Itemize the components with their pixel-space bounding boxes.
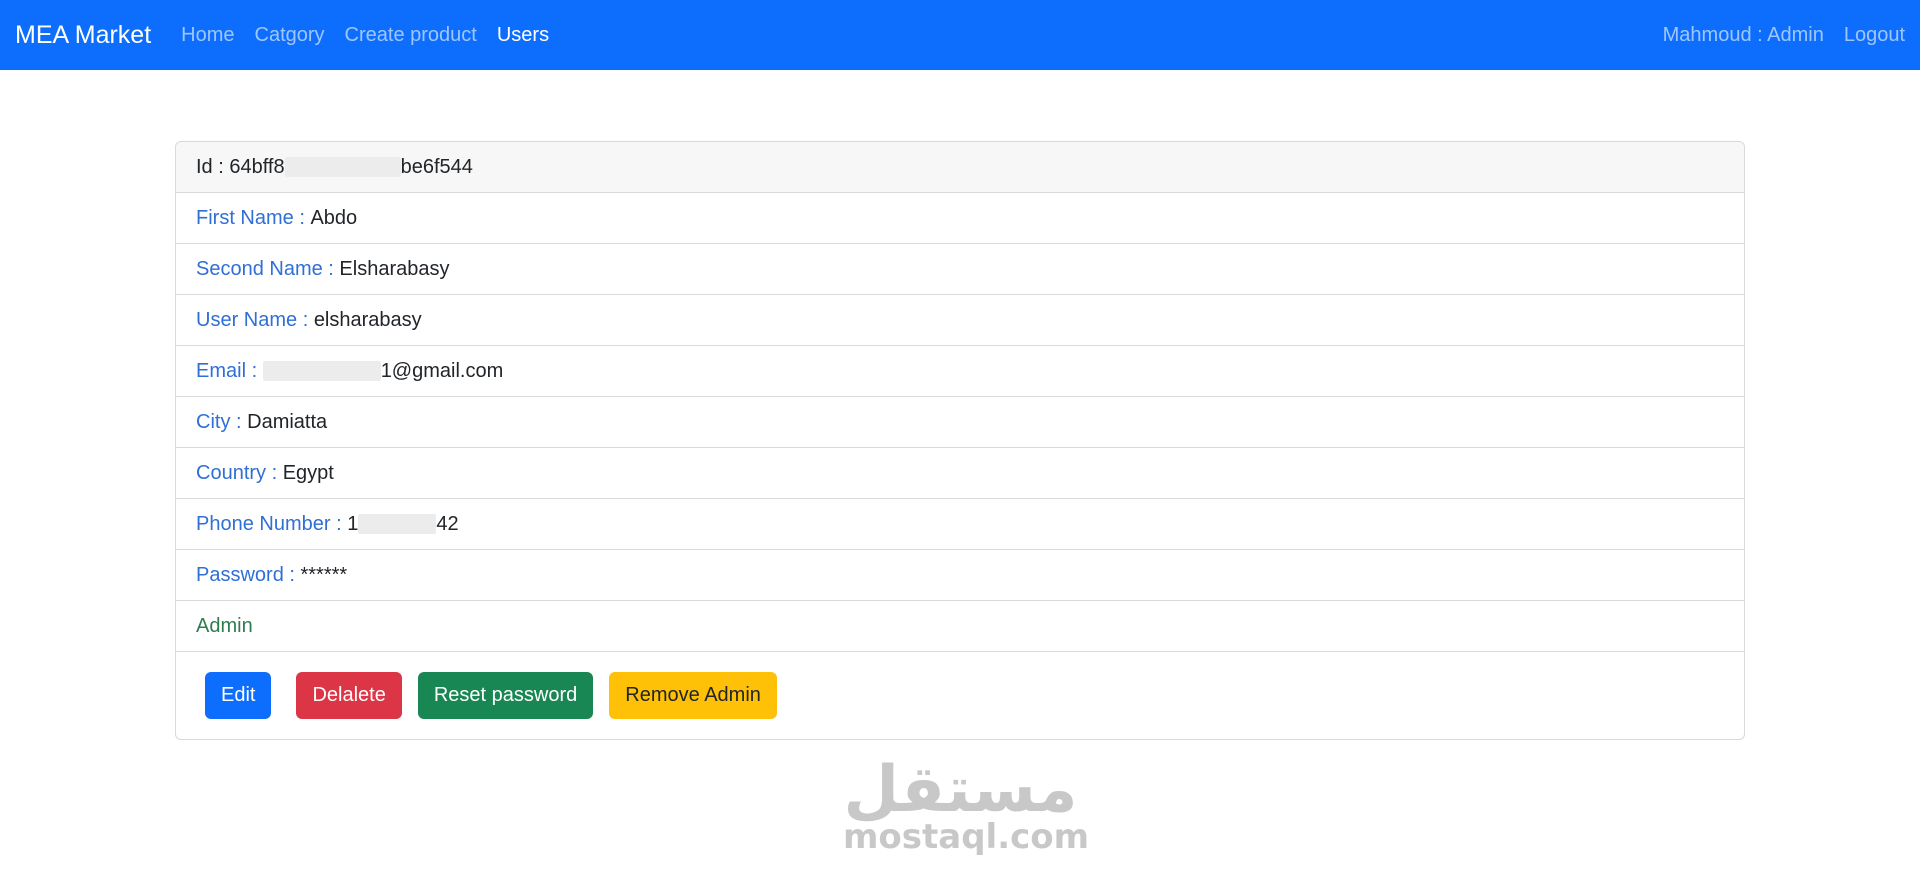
phone-sep: :: [330, 512, 348, 535]
action-buttons: Edit Delalete Reset password Remove Admi…: [176, 652, 1744, 739]
password-row: Password : ******: [176, 550, 1744, 601]
phone-redaction: [358, 514, 437, 534]
nav-right: Mahmoud : Admin Logout: [1643, 24, 1905, 47]
user-name-label: User Name: [196, 308, 298, 331]
second-name-label: Second Name: [196, 257, 323, 280]
remove-admin-button[interactable]: Remove Admin: [609, 672, 777, 719]
user-id-header: Id : 64bff8 be6f544: [176, 142, 1744, 193]
city-sep: :: [230, 410, 248, 433]
country-sep: :: [266, 461, 283, 484]
phone-label: Phone Number: [196, 512, 331, 535]
email-value: 1@gmail.com: [380, 359, 504, 382]
id-suffix: be6f544: [400, 155, 473, 178]
phone-row: Phone Number : 1 42: [176, 499, 1744, 550]
phone-suffix: 42: [436, 512, 459, 535]
delete-button[interactable]: Delalete: [296, 672, 402, 719]
first-name-value: Abdo: [310, 206, 358, 229]
email-redaction: [262, 361, 381, 381]
current-user-link[interactable]: Mahmoud : Admin: [1663, 24, 1824, 47]
id-prefix: 64bff8: [229, 155, 285, 178]
watermark-arabic: مستقل: [843, 753, 1078, 827]
first-name-label: First Name: [196, 206, 294, 229]
first-name-sep: :: [293, 206, 311, 229]
user-name-sep: :: [297, 308, 314, 331]
country-value: Egypt: [282, 461, 334, 484]
nav-create-product[interactable]: Create product: [345, 24, 477, 47]
id-label: Id :: [196, 155, 230, 178]
country-row: Country : Egypt: [176, 448, 1744, 499]
email-row: Email : 1@gmail.com: [176, 346, 1744, 397]
nav-home[interactable]: Home: [181, 24, 234, 47]
city-label: City: [196, 410, 231, 433]
user-details-card: Id : 64bff8 be6f544 First Name : Abdo Se…: [175, 141, 1745, 740]
mostaql-watermark: مستقل mostaql.com: [843, 753, 1090, 857]
logout-link[interactable]: Logout: [1844, 24, 1905, 47]
nav-category[interactable]: Catgory: [255, 24, 325, 47]
city-row: City : Damiatta: [176, 397, 1744, 448]
email-sep: :: [246, 359, 263, 382]
role-badge: Admin: [196, 614, 253, 637]
password-value: ******: [300, 563, 348, 586]
edit-button[interactable]: Edit: [205, 672, 272, 719]
phone-prefix: 1: [347, 512, 359, 535]
password-sep: :: [283, 563, 301, 586]
id-redaction: [284, 157, 401, 177]
nav-users[interactable]: Users: [497, 24, 549, 47]
first-name-row: First Name : Abdo: [176, 193, 1744, 244]
top-navbar: MEA Market Home Catgory Create product U…: [0, 0, 1920, 70]
reset-password-button[interactable]: Reset password: [417, 672, 594, 719]
user-name-value: elsharabasy: [313, 308, 422, 331]
role-row: Admin: [176, 601, 1744, 652]
second-name-row: Second Name : Elsharabasy: [176, 244, 1744, 295]
second-name-sep: :: [322, 257, 340, 280]
watermark-latin: mostaql.com: [843, 817, 1090, 857]
user-name-row: User Name : elsharabasy: [176, 295, 1744, 346]
city-value: Damiatta: [247, 410, 328, 433]
email-label: Email: [196, 359, 247, 382]
second-name-value: Elsharabasy: [339, 257, 450, 280]
brand-link[interactable]: MEA Market: [15, 21, 151, 50]
nav-left: MEA Market Home Catgory Create product U…: [15, 21, 569, 50]
country-label: Country: [196, 461, 267, 484]
password-label: Password: [196, 563, 284, 586]
